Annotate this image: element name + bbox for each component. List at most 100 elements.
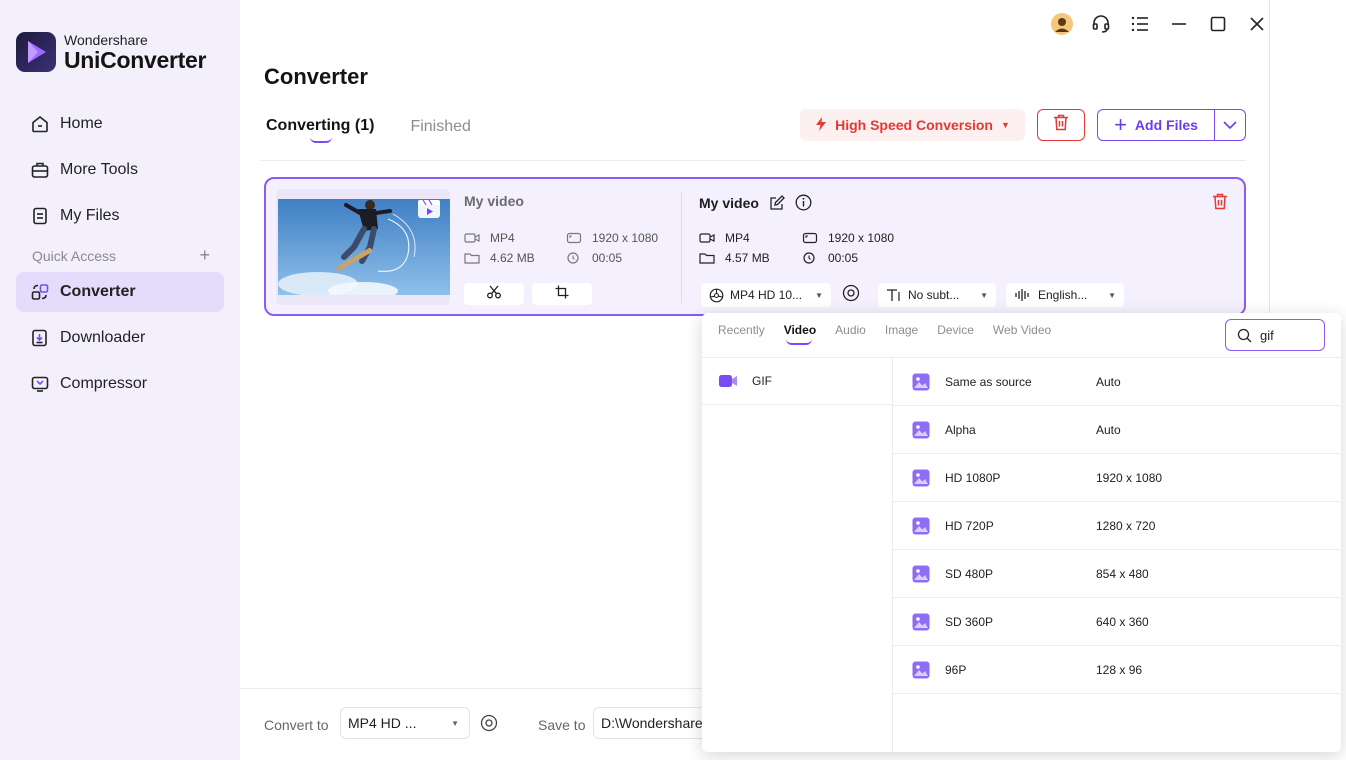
format-icon	[709, 288, 724, 303]
high-speed-label: High Speed Conversion	[835, 117, 993, 133]
active-tab-indicator	[785, 339, 812, 345]
convert-to-label: Convert to	[264, 717, 329, 733]
subtitle-select[interactable]: No subt... ▼	[878, 283, 996, 307]
caret-down-icon: ▼	[980, 290, 988, 300]
tab-image[interactable]: Image	[885, 323, 918, 337]
format-picker-popup: Recently Video Audio Image Device Web Vi…	[702, 313, 1341, 752]
folder-icon	[699, 252, 715, 264]
preset-name: HD 1080P	[945, 470, 1001, 485]
sidebar-item-compressor[interactable]: Compressor	[16, 364, 224, 404]
source-resolution-value: 1920 x 1080	[592, 231, 659, 245]
sidebar-item-converter[interactable]: Converter	[16, 272, 224, 312]
convert-to-select[interactable]: MP4 HD ... ▼	[340, 707, 470, 739]
save-to-label: Save to	[538, 717, 586, 733]
menu-icon[interactable]	[1120, 12, 1159, 36]
preset-row[interactable]: HD 720P 1280 x 720	[893, 502, 1340, 550]
preset-name: 96P	[945, 662, 967, 677]
headset-icon[interactable]	[1081, 12, 1120, 36]
compressor-icon	[30, 374, 50, 394]
tab-finished[interactable]: Finished	[410, 118, 470, 136]
header-divider	[260, 160, 1246, 161]
convert-settings-button[interactable]	[480, 714, 498, 737]
sidebar-item-more-tools[interactable]: More Tools	[16, 150, 224, 190]
preset-name: SD 360P	[945, 614, 994, 629]
output-file-name-row: My video	[699, 194, 812, 211]
source-format-value: MP4	[490, 231, 515, 245]
add-files-button[interactable]: + Add Files	[1098, 110, 1215, 140]
crop-icon	[555, 285, 569, 304]
resolution-icon	[802, 232, 818, 244]
sidebar-item-my-files[interactable]: My Files	[16, 196, 224, 236]
caret-down-icon: ▼	[1001, 120, 1010, 130]
sidebar-item-label: Converter	[60, 283, 136, 300]
preset-row[interactable]: 96P 128 x 96	[893, 646, 1340, 694]
source-size-value: 4.62 MB	[490, 251, 535, 265]
delete-all-button[interactable]	[1037, 109, 1085, 141]
sidebar: Wondershare UniConverter Home More Tools…	[0, 0, 240, 760]
output-format-select[interactable]: MP4 HD 10... ▼	[701, 283, 831, 307]
tab-converting[interactable]: Converting (1)	[266, 117, 374, 143]
preset-resolution: Auto	[1096, 374, 1121, 389]
tab-recently[interactable]: Recently	[718, 323, 765, 337]
video-format-icon	[718, 373, 738, 389]
sidebar-item-label: My Files	[60, 207, 120, 224]
audio-track-select[interactable]: English... ▼	[1006, 283, 1124, 307]
preset-resolution: 1280 x 720	[1096, 518, 1156, 533]
output-duration: 00:05	[802, 251, 858, 265]
info-icon[interactable]	[795, 194, 812, 211]
output-format-select-value: MP4 HD 10...	[730, 288, 803, 302]
tab-web-video[interactable]: Web Video	[993, 323, 1051, 337]
high-speed-conversion-button[interactable]: High Speed Conversion ▼	[800, 109, 1025, 141]
preset-row[interactable]: HD 1080P 1920 x 1080	[893, 454, 1340, 502]
caret-down-icon: ▼	[815, 290, 823, 300]
image-preset-icon	[912, 565, 930, 583]
output-file-name: My video	[699, 194, 759, 211]
preset-resolution: 640 x 360	[1096, 614, 1149, 629]
maximize-icon[interactable]	[1198, 12, 1237, 36]
edit-name-icon[interactable]	[769, 194, 785, 211]
crop-button[interactable]	[532, 283, 592, 305]
image-preset-icon	[912, 469, 930, 487]
tab-device[interactable]: Device	[937, 323, 974, 337]
preset-row[interactable]: SD 480P 854 x 480	[893, 550, 1340, 598]
play-video-icon[interactable]	[417, 196, 441, 220]
add-files-dropdown-button[interactable]	[1215, 116, 1245, 134]
preset-row[interactable]: Same as source Auto	[893, 358, 1340, 406]
format-search-input[interactable]: gif	[1225, 319, 1325, 351]
tab-audio[interactable]: Audio	[835, 323, 866, 337]
image-preset-icon	[912, 613, 930, 631]
preset-row[interactable]: SD 360P 640 x 360	[893, 598, 1340, 646]
tab-video[interactable]: Video	[783, 323, 817, 345]
clock-icon	[802, 252, 818, 264]
sidebar-item-downloader[interactable]: Downloader	[16, 318, 224, 358]
preset-name: Same as source	[945, 374, 1032, 389]
source-duration-value: 00:05	[592, 251, 623, 265]
caret-down-icon: ▼	[1108, 290, 1116, 300]
close-icon[interactable]	[1237, 12, 1276, 36]
remove-file-button[interactable]	[1212, 193, 1228, 215]
logo-brand: Wondershare	[64, 31, 148, 48]
sidebar-item-label: Downloader	[60, 329, 146, 346]
source-file-name: My video	[464, 193, 524, 209]
tab-label: Finished	[410, 118, 471, 135]
quick-access-label: Quick Access	[32, 248, 117, 264]
format-item-gif[interactable]: GIF	[702, 358, 892, 405]
sidebar-item-home[interactable]: Home	[16, 104, 224, 144]
sidebar-item-label: Home	[60, 115, 103, 132]
quick-access-header: Quick Access +	[32, 246, 210, 264]
preset-row[interactable]: Alpha Auto	[893, 406, 1340, 454]
trim-button[interactable]	[464, 283, 524, 305]
search-icon	[1237, 328, 1252, 343]
tab-label: Video	[783, 323, 817, 337]
subtitle-select-value: No subt...	[908, 288, 960, 302]
audio-wave-icon	[1014, 288, 1032, 302]
format-category-tabs: Recently Video Audio Image Device Web Vi…	[718, 323, 1070, 345]
minimize-icon[interactable]	[1159, 12, 1198, 36]
output-format-value: MP4	[725, 231, 750, 245]
quick-access-add-button[interactable]: +	[199, 246, 210, 264]
avatar-icon[interactable]	[1042, 12, 1081, 36]
plus-icon: +	[1114, 112, 1127, 137]
format-settings-button[interactable]	[840, 283, 862, 307]
preset-resolution: 854 x 480	[1096, 566, 1149, 581]
file-item-card[interactable]: My video MP4 4.62 MB 1920 x 1080 00:05 M…	[264, 177, 1246, 316]
